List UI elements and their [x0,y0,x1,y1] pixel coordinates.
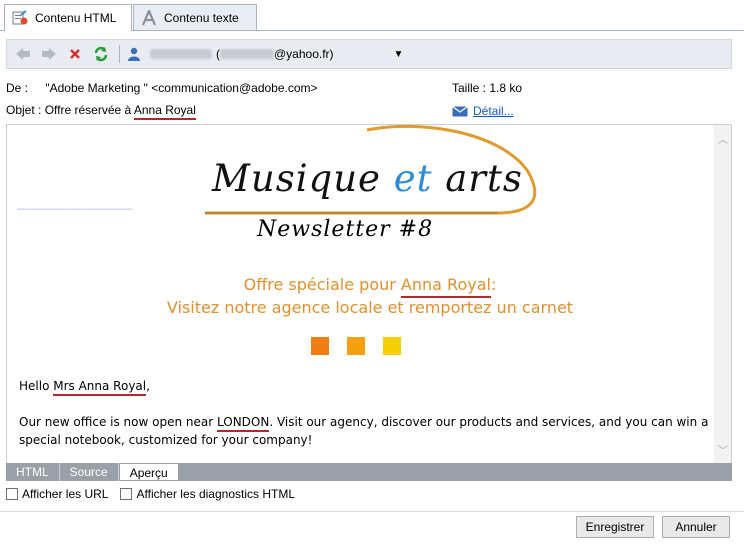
subject-row: Objet : Offre réservée à Anna Royal [6,103,196,120]
recipient-email-redacted [220,49,274,59]
from-label: De : [6,81,29,95]
greeting: Hello Mrs Anna Royal, [19,377,150,396]
main-panel: ( @yahoo.fr) ▼ De : "Adobe Marketing " <… [0,30,744,547]
newsletter-title: Musique et arts [212,157,523,200]
offer-line-2: Visitez notre agence locale et remportez… [166,298,574,317]
personalized-city: LONDON [216,415,270,432]
user-icon [128,47,140,61]
from-value: "Adobe Marketing " <communication@adobe.… [45,81,318,95]
tab-label: Contenu texte [164,10,239,25]
toolbar-separator [119,45,120,63]
detail-link-label: Détail... [473,104,514,118]
ghost-artifact: ▔▔▔▔▔▔▔▔▔▔▔▔▔▔▔ [17,210,133,221]
offer-line-1: Offre spéciale pour Anna Royal: [7,275,731,298]
subject-label: Objet : [6,103,42,117]
tab-html-content[interactable]: Contenu HTML [4,4,132,31]
amber-square [347,337,365,355]
show-diagnostics-checkbox[interactable] [120,488,133,500]
refresh-icon[interactable] [91,44,111,64]
orange-square [311,337,329,355]
recipient-email-domain: @yahoo.fr) [274,47,334,61]
tab-apercu[interactable]: Aperçu [118,463,179,481]
subject-prefix: Offre réservée à [44,103,134,117]
close-icon[interactable] [65,44,85,64]
color-squares [311,337,401,355]
footer-divider [0,511,744,512]
back-arrow-icon[interactable] [13,44,33,64]
detail-link[interactable]: Détail... [452,104,514,118]
from-row: De : "Adobe Marketing " <communication@a… [6,81,318,95]
chevron-down-icon[interactable]: ▼ [394,49,404,60]
tab-label: Contenu HTML [35,11,117,25]
scroll-up-icon[interactable]: ︿ [718,131,728,146]
cancel-button[interactable]: Annuler [662,516,730,538]
offer-personalized-name: Anna Royal [400,275,491,298]
scroll-down-icon[interactable]: ﹀ [718,442,728,457]
tab-html[interactable]: HTML [6,463,60,481]
tab-text-content[interactable]: Contenu texte [133,4,257,30]
newsletter-issue: Newsletter #8 [257,217,434,242]
show-urls-checkbox[interactable] [6,488,18,500]
view-mode-tabs: HTML Source Aperçu [6,463,732,481]
greeting-personalized-name: Mrs Anna Royal [53,379,147,396]
size-label: Taille : [452,81,487,95]
tab-source[interactable]: Source [60,463,119,481]
text-content-icon [140,9,158,27]
vertical-scrollbar[interactable]: ︿ ﹀ [714,125,731,463]
save-button[interactable]: Enregistrer [576,516,654,538]
size-row: Taille : 1.8 ko [452,81,522,95]
options-row: Afficher les URL Afficher les diagnostic… [6,487,295,501]
body-paragraph: Our new office is now open near LONDON. … [19,415,709,447]
recipient-selector[interactable]: ( @yahoo.fr) ▼ [128,47,403,61]
recipient-name-redacted [150,49,212,59]
size-value: 1.8 ko [489,81,523,95]
forward-arrow-icon[interactable] [39,44,59,64]
html-content-icon [11,9,29,27]
tab-bar: Contenu HTML Contenu texte [0,0,744,31]
show-urls-label: Afficher les URL [22,487,109,501]
subject-personalized-name: Anna Royal [133,103,196,120]
show-diagnostics-label: Afficher les diagnostics HTML [136,487,295,501]
yellow-square [383,337,401,355]
toolbar: ( @yahoo.fr) ▼ [6,39,732,69]
email-preview[interactable]: ▔▔▔▔▔▔▔▔▔▔▔▔▔▔▔ Musique et arts Newslett… [6,124,732,464]
envelope-icon [452,105,468,117]
